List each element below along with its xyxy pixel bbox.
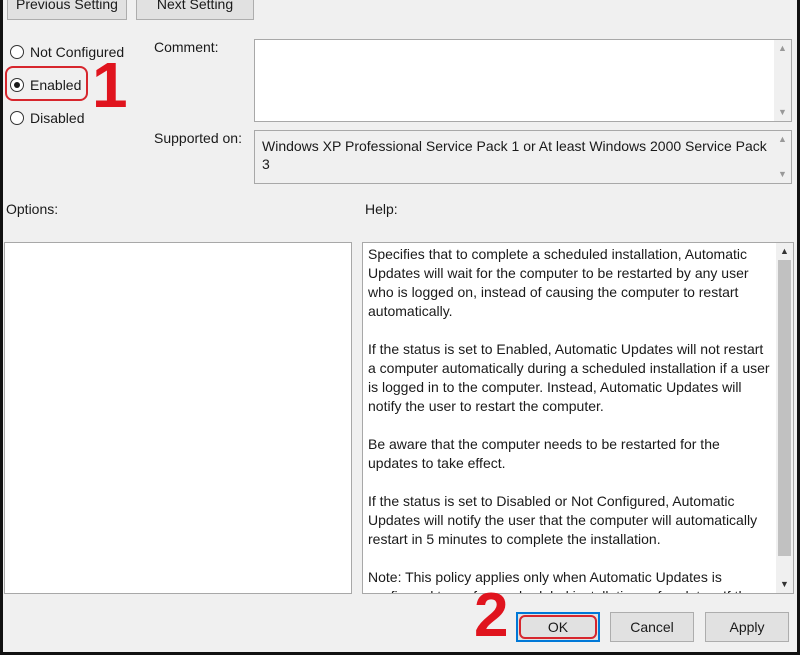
comment-label: Comment: (154, 39, 219, 55)
scroll-up-icon[interactable]: ▲ (774, 131, 791, 148)
supported-on-field: Windows XP Professional Service Pack 1 o… (254, 130, 792, 184)
options-panel (4, 242, 352, 594)
radio-disabled[interactable]: Disabled (10, 108, 84, 128)
supported-on-value: Windows XP Professional Service Pack 1 o… (262, 138, 767, 172)
scroll-up-icon[interactable]: ▲ (776, 243, 793, 260)
scroll-down-icon[interactable]: ▼ (776, 576, 793, 593)
help-paragraph: Note: This policy applies only when Auto… (368, 569, 754, 593)
apply-label: Apply (729, 619, 765, 635)
enabled-highlight-box (5, 66, 88, 101)
cancel-label: Cancel (630, 619, 674, 635)
radio-label: Disabled (30, 110, 85, 126)
supported-on-scrollbar[interactable]: ▲ ▼ (774, 131, 791, 183)
step-1-annotation: 1 (92, 49, 128, 121)
radio-button-icon[interactable] (10, 45, 24, 59)
previous-setting-button[interactable]: Previous Setting (7, 0, 127, 20)
cancel-button[interactable]: Cancel (610, 612, 694, 642)
scroll-down-icon[interactable]: ▼ (774, 166, 791, 183)
help-label: Help: (365, 201, 398, 217)
next-setting-button[interactable]: Next Setting (136, 0, 254, 20)
help-paragraph: Be aware that the computer needs to be r… (368, 436, 720, 471)
ok-highlight-box (519, 615, 597, 639)
help-paragraph: If the status is set to Disabled or Not … (368, 493, 758, 547)
scroll-down-icon[interactable]: ▼ (774, 104, 791, 121)
options-label: Options: (6, 201, 59, 217)
scroll-up-icon[interactable]: ▲ (774, 40, 791, 57)
scrollbar-thumb[interactable] (778, 260, 791, 556)
help-paragraph: If the status is set to Enabled, Automat… (368, 341, 770, 414)
help-text: Specifies that to complete a scheduled i… (368, 245, 771, 593)
help-paragraph: Specifies that to complete a scheduled i… (368, 246, 749, 319)
help-scrollbar[interactable]: ▲ ▼ (776, 243, 793, 593)
help-panel: Specifies that to complete a scheduled i… (362, 242, 794, 594)
step-2-annotation: 2 (474, 581, 509, 650)
supported-on-label: Supported on: (154, 130, 242, 146)
comment-scrollbar[interactable]: ▲ ▼ (774, 40, 791, 121)
apply-button[interactable]: Apply (705, 612, 789, 642)
radio-button-icon[interactable] (10, 111, 24, 125)
comment-textarea[interactable]: ▲ ▼ (254, 39, 792, 122)
